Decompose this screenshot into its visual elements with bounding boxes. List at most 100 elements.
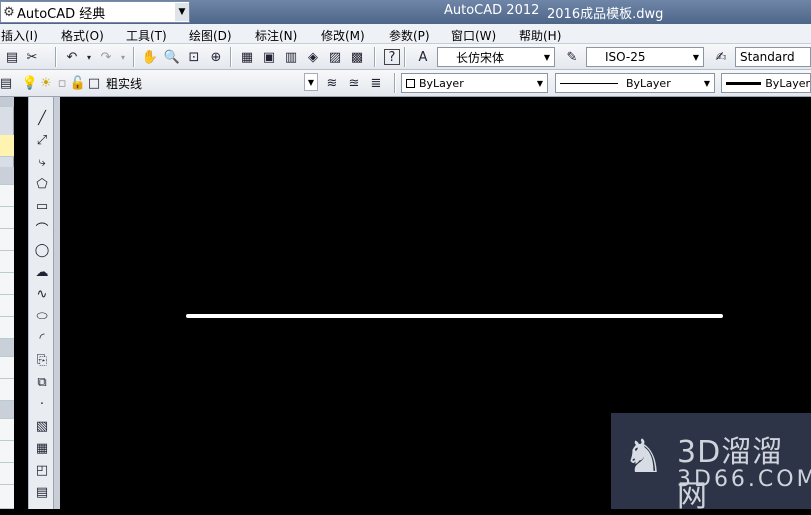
region-icon[interactable]: ◰ [33,461,51,479]
zoom-previous-icon[interactable]: ⊕ [206,47,226,67]
rectangle-icon[interactable]: ▭ [33,197,51,215]
palette-row[interactable] [0,463,14,485]
palette-row[interactable] [0,251,14,273]
palette-row[interactable] [0,441,14,463]
palette-row[interactable] [0,229,14,251]
layer-color-swatch-icon: □ [87,75,101,91]
lineweight-value: ByLayer [765,76,810,90]
chevron-down-icon: ▼ [540,48,554,66]
palette-section-header[interactable] [0,167,14,185]
design-center-icon[interactable]: ▣ [259,47,279,67]
drawn-line[interactable] [186,314,723,318]
make-current-layer-icon[interactable]: ≋ [322,73,342,93]
zoom-window-icon[interactable]: ⊡ [184,47,204,67]
app-title: AutoCAD 2012 [444,3,540,18]
polygon-icon[interactable]: ⬠ [33,175,51,193]
palette-section-header[interactable] [0,339,14,357]
palette-row[interactable] [0,379,14,401]
ellipse-arc-icon[interactable]: ◜ [33,329,51,347]
menu-insert[interactable]: 插入(I) [1,27,38,44]
watermark: ♞ 3D溜溜网 3D66.COM [611,413,811,514]
menu-format[interactable]: 格式(O) [61,27,104,44]
table-style-icon[interactable]: ✍ [711,47,731,67]
palette-row[interactable] [0,419,14,441]
palette-row[interactable] [0,273,14,295]
dimension-style-icon[interactable]: ✎ [562,47,582,67]
quickcalc-icon[interactable]: ▩ [347,47,367,67]
publish-icon[interactable]: ▤ [2,47,22,67]
menu-window[interactable]: 窗口(W) [451,27,496,44]
make-block-icon[interactable]: ⧉ [33,373,51,391]
table-style-value: Standard [740,50,795,64]
insert-block-icon[interactable]: ⎘ [33,351,51,369]
lineweight-select[interactable]: ByLayer [721,73,811,93]
menu-help[interactable]: 帮助(H) [519,27,561,44]
palette-row[interactable] [0,357,14,379]
text-style-select[interactable]: 长仿宋体 ▼ [437,47,555,67]
dimension-style-value: ISO-25 [605,50,646,64]
sheet-set-icon[interactable]: ◈ [303,47,323,67]
layer-manager-icon[interactable]: ▤ [0,73,16,93]
circle-icon[interactable]: ◯ [33,241,51,259]
menu-draw[interactable]: 绘图(D) [189,27,232,44]
toolbar-separator [394,73,396,93]
palette-row[interactable] [0,317,14,339]
palette-grip[interactable] [0,97,14,107]
redo-dropdown-icon[interactable]: ▾ [118,47,128,67]
menu-dimension[interactable]: 标注(N) [255,27,297,44]
polyline-icon[interactable]: ⤷ [33,153,51,171]
workspace-selector[interactable]: ⚙ AutoCAD 经典 [0,1,190,23]
standard-toolbar: ▤ ✂ ↶ ▾ ↷ ▾ ✋ 🔍 ⊡ ⊕ ▦ ▣ ▥ ◈ ▨ ▩ ? A 长仿宋体… [0,44,811,70]
dimension-style-select[interactable]: ISO-25 ▼ [586,47,704,67]
undo-dropdown-icon[interactable]: ▾ [84,47,94,67]
zoom-realtime-icon[interactable]: 🔍 [162,47,182,67]
workspace-label: AutoCAD 经典 [17,6,106,22]
color-value: ByLayer [419,76,464,90]
left-palette [0,97,14,509]
redo-icon[interactable]: ↷ [96,47,116,67]
arc-icon[interactable]: ⌒ [33,219,51,238]
spline-icon[interactable]: ∿ [33,285,51,303]
palette-row[interactable] [0,485,14,509]
revision-cloud-icon[interactable]: ☁ [33,263,51,281]
hatch-icon[interactable]: ▧ [33,417,51,435]
chevron-down-icon: ▼ [533,74,547,92]
palette-row[interactable] [0,185,14,207]
linetype-preview [560,82,618,84]
linetype-select[interactable]: ByLayer ▼ [555,73,715,93]
toolbar-separator [230,47,232,67]
ellipse-icon[interactable]: ⬭ [33,307,51,325]
pan-icon[interactable]: ✋ [140,47,160,67]
color-select[interactable]: ByLayer ▼ [401,73,548,93]
palette-row[interactable] [0,295,14,317]
layer-state-icon[interactable]: ≣ [366,73,386,93]
menu-parameters[interactable]: 参数(P) [389,27,430,44]
table-style-select[interactable]: Standard [735,47,811,67]
properties-icon[interactable]: ▦ [237,47,257,67]
text-style-icon[interactable]: A [413,47,433,67]
palette-tool-icon[interactable] [0,135,14,157]
palette-section-header[interactable] [0,401,14,419]
menu-modify[interactable]: 修改(M) [321,27,365,44]
palette-row[interactable] [0,207,14,229]
layer-previous-icon[interactable]: ≊ [344,73,364,93]
menu-tools[interactable]: 工具(T) [126,27,167,44]
table-icon[interactable]: ▤ [33,483,51,501]
tool-palettes-icon[interactable]: ▥ [281,47,301,67]
toolbar-separator [404,47,406,67]
lineweight-preview [726,81,762,85]
workspace-dropdown-arrow[interactable]: ▼ [175,3,189,21]
layer-select[interactable]: 粗实线 ▼ [102,73,318,93]
menu-bar: 插入(I) 格式(O) 工具(T) 绘图(D) 标注(N) 修改(M) 参数(P… [0,24,811,44]
toolbar-separator [133,47,135,67]
toolbar-separator [55,47,57,67]
construction-line-icon[interactable]: ⤢ [33,131,51,149]
cut-icon[interactable]: ✂ [22,47,42,67]
help-icon[interactable]: ? [384,49,400,65]
point-icon[interactable]: · [33,395,51,413]
gradient-icon[interactable]: ▦ [33,439,51,457]
markup-icon[interactable]: ▨ [325,47,345,67]
line-icon[interactable]: ╱ [33,109,51,127]
undo-icon[interactable]: ↶ [62,47,82,67]
layer-value: 粗实线 [106,76,143,91]
